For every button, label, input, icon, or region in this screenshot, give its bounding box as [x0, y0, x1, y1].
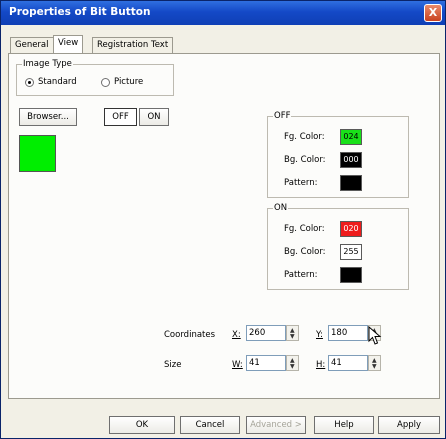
tab-registration-text[interactable]: Registration Text	[92, 37, 174, 53]
off-bg-color-swatch[interactable]: 000	[340, 152, 362, 168]
w-spinner[interactable]: ▲ ▼	[286, 355, 299, 371]
size-label: Size	[164, 360, 182, 370]
properties-dialog: Properties of Bit Button X General View …	[0, 0, 446, 439]
tab-general[interactable]: General	[10, 37, 54, 53]
x-coordinate-input[interactable]: 260	[246, 325, 286, 341]
image-type-label: Image Type	[22, 59, 73, 69]
y-coordinate-input[interactable]: 180	[328, 325, 368, 341]
w-label: W:	[232, 360, 243, 370]
on-pattern-swatch[interactable]	[340, 267, 362, 283]
browser-button[interactable]: Browser...	[19, 108, 77, 126]
off-bg-color-label: Bg. Color:	[284, 155, 326, 165]
picture-radio-dot	[101, 77, 110, 87]
height-input[interactable]: 41	[328, 355, 368, 371]
y-label: Y:	[316, 330, 323, 340]
apply-button[interactable]: Apply	[378, 416, 440, 434]
help-button[interactable]: Help	[314, 416, 374, 434]
on-toggle-button[interactable]: ON	[139, 108, 169, 126]
picture-radio[interactable]: Picture	[101, 77, 143, 87]
off-pattern-swatch[interactable]	[340, 175, 362, 191]
mouse-cursor-icon	[368, 326, 382, 345]
color-preview	[19, 135, 56, 172]
on-pattern-label: Pattern:	[284, 270, 318, 280]
spin-down-icon[interactable]: ▼	[290, 334, 295, 340]
x-label: X:	[232, 330, 241, 340]
off-pattern-label: Pattern:	[284, 178, 318, 188]
picture-label: Picture	[114, 77, 144, 87]
spin-down-icon[interactable]: ▼	[372, 364, 377, 370]
on-fg-color-label: Fg. Color:	[284, 224, 325, 234]
tab-panel-view: Image Type Standard Picture Browser... O…	[8, 53, 440, 399]
standard-radio-dot	[25, 77, 34, 87]
h-spinner[interactable]: ▲ ▼	[368, 355, 381, 371]
on-bg-color-label: Bg. Color:	[284, 247, 326, 257]
off-group: OFF Fg. Color: 024 Bg. Color: 000 Patter…	[267, 111, 409, 198]
tab-view[interactable]: View	[53, 35, 84, 53]
coordinates-label: Coordinates	[164, 330, 216, 340]
standard-label: Standard	[38, 77, 77, 87]
off-toggle-button[interactable]: OFF	[104, 108, 137, 126]
spin-down-icon[interactable]: ▼	[290, 364, 295, 370]
cancel-button[interactable]: Cancel	[180, 416, 240, 434]
window-title: Properties of Bit Button	[9, 6, 151, 18]
h-label: H:	[316, 360, 326, 370]
title-bar[interactable]: Properties of Bit Button X	[1, 1, 445, 25]
close-icon[interactable]: X	[424, 4, 442, 22]
on-fg-color-swatch[interactable]: 020	[340, 221, 362, 237]
width-input[interactable]: 41	[246, 355, 286, 371]
ok-button[interactable]: OK	[109, 416, 175, 434]
on-group: ON Fg. Color: 020 Bg. Color: 255 Pattern…	[267, 203, 409, 290]
on-group-label: ON	[273, 203, 289, 213]
advanced-button[interactable]: Advanced >	[246, 416, 306, 434]
x-spinner[interactable]: ▲ ▼	[286, 325, 299, 341]
off-group-label: OFF	[273, 111, 292, 121]
off-fg-color-label: Fg. Color:	[284, 132, 325, 142]
on-bg-color-swatch[interactable]: 255	[340, 244, 362, 260]
off-fg-color-swatch[interactable]: 024	[340, 129, 362, 145]
standard-radio[interactable]: Standard	[25, 77, 77, 87]
image-type-group: Image Type Standard Picture	[16, 59, 174, 96]
